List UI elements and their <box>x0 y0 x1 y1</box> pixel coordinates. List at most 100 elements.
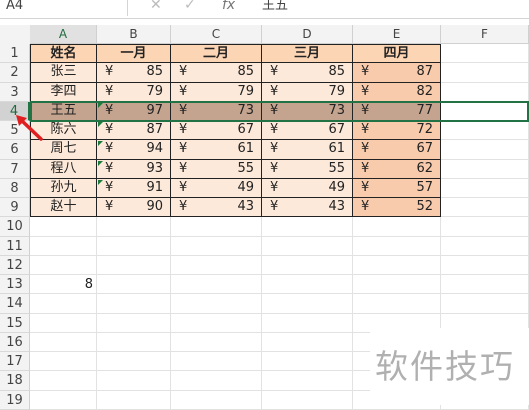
row-header-1[interactable]: 1 <box>0 44 30 64</box>
name-cell[interactable]: 周七 <box>30 140 97 160</box>
name-cell[interactable]: 程八 <box>30 159 97 179</box>
confirm-icon[interactable]: ✓ <box>184 0 196 13</box>
column-header-f[interactable]: F <box>441 25 529 44</box>
value-cell[interactable]: ¥85 <box>97 63 171 83</box>
value-cell[interactable]: ¥57 <box>353 178 441 198</box>
value-cell[interactable]: ¥55 <box>171 159 262 179</box>
value-cell[interactable]: ¥67 <box>262 121 353 141</box>
name-cell[interactable]: 张三 <box>30 63 97 83</box>
cell[interactable] <box>441 198 529 218</box>
table-header-cell[interactable]: 二月 <box>171 44 262 64</box>
cell[interactable] <box>441 178 529 198</box>
cell[interactable] <box>262 217 353 237</box>
cell[interactable] <box>97 236 171 256</box>
cell[interactable] <box>97 352 171 372</box>
row-header-2[interactable]: 2 <box>0 63 30 83</box>
row-header-13[interactable]: 13 <box>0 275 30 295</box>
row-header-15[interactable]: 15 <box>0 313 30 333</box>
cell[interactable] <box>30 371 97 391</box>
row-header-11[interactable]: 11 <box>0 236 30 256</box>
cell[interactable] <box>171 255 262 275</box>
row-header-19[interactable]: 19 <box>0 390 30 410</box>
cell[interactable] <box>262 313 353 333</box>
value-cell[interactable]: ¥93 <box>97 159 171 179</box>
cell[interactable] <box>171 217 262 237</box>
cell[interactable] <box>353 275 441 295</box>
cell[interactable] <box>97 217 171 237</box>
cell[interactable] <box>262 371 353 391</box>
cell[interactable] <box>441 82 529 102</box>
value-cell[interactable]: ¥43 <box>262 198 353 218</box>
cell[interactable] <box>97 255 171 275</box>
value-cell[interactable]: ¥79 <box>97 82 171 102</box>
cell[interactable] <box>441 101 529 121</box>
column-header-b[interactable]: B <box>97 25 171 44</box>
cell[interactable] <box>171 371 262 391</box>
cell[interactable] <box>262 352 353 372</box>
cell[interactable] <box>30 352 97 372</box>
cell[interactable] <box>353 236 441 256</box>
value-cell[interactable]: ¥61 <box>262 140 353 160</box>
value-cell[interactable]: ¥43 <box>171 198 262 218</box>
value-cell[interactable]: ¥61 <box>171 140 262 160</box>
value-cell[interactable]: ¥62 <box>353 159 441 179</box>
column-header-c[interactable]: C <box>171 25 262 44</box>
cell[interactable] <box>30 217 97 237</box>
value-cell[interactable]: ¥79 <box>171 82 262 102</box>
cell[interactable] <box>97 294 171 314</box>
select-all-corner[interactable] <box>0 25 31 45</box>
row-header-17[interactable]: 17 <box>0 352 30 372</box>
column-header-e[interactable]: E <box>353 25 441 44</box>
cell[interactable] <box>30 313 97 333</box>
value-cell[interactable]: ¥97 <box>97 101 171 121</box>
value-cell[interactable]: ¥72 <box>353 121 441 141</box>
value-cell[interactable]: ¥55 <box>262 159 353 179</box>
value-cell[interactable]: ¥79 <box>262 82 353 102</box>
row-header-18[interactable]: 18 <box>0 371 30 391</box>
cell[interactable] <box>441 294 529 314</box>
row-header-10[interactable]: 10 <box>0 217 30 237</box>
value-cell[interactable]: ¥52 <box>353 198 441 218</box>
value-cell[interactable]: ¥67 <box>353 140 441 160</box>
value-cell[interactable]: ¥87 <box>97 121 171 141</box>
fx-icon[interactable]: fx <box>222 0 235 13</box>
table-header-cell[interactable]: 四月 <box>353 44 441 64</box>
column-header-a[interactable]: A <box>30 25 97 44</box>
cell[interactable] <box>262 390 353 410</box>
value-cell[interactable]: ¥67 <box>171 121 262 141</box>
cell[interactable] <box>30 255 97 275</box>
value-cell[interactable]: ¥49 <box>262 178 353 198</box>
row-header-8[interactable]: 8 <box>0 178 30 198</box>
cell[interactable] <box>262 275 353 295</box>
cell[interactable] <box>97 275 171 295</box>
row-header-9[interactable]: 9 <box>0 198 30 218</box>
value-cell[interactable]: ¥73 <box>262 101 353 121</box>
cell[interactable] <box>262 294 353 314</box>
cell[interactable] <box>30 390 97 410</box>
cell[interactable] <box>171 332 262 352</box>
value-cell[interactable]: ¥85 <box>262 63 353 83</box>
name-cell[interactable]: 孙九 <box>30 178 97 198</box>
cell[interactable] <box>441 236 529 256</box>
value-cell[interactable]: ¥77 <box>353 101 441 121</box>
row-header-12[interactable]: 12 <box>0 255 30 275</box>
row-header-16[interactable]: 16 <box>0 332 30 352</box>
row-header-3[interactable]: 3 <box>0 82 30 102</box>
value-cell[interactable]: ¥85 <box>171 63 262 83</box>
row-header-6[interactable]: 6 <box>0 140 30 160</box>
cell[interactable] <box>262 255 353 275</box>
cell[interactable] <box>441 217 529 237</box>
cell[interactable] <box>171 313 262 333</box>
cell[interactable] <box>441 275 529 295</box>
cell[interactable] <box>30 332 97 352</box>
cell[interactable] <box>171 390 262 410</box>
cell[interactable] <box>171 352 262 372</box>
formula-input[interactable]: 王五 <box>262 0 288 16</box>
cancel-icon[interactable]: ✕ <box>150 0 162 13</box>
cell[interactable] <box>30 236 97 256</box>
value-cell[interactable]: ¥94 <box>97 140 171 160</box>
cell[interactable] <box>97 371 171 391</box>
row-header-7[interactable]: 7 <box>0 159 30 179</box>
cell[interactable] <box>441 121 529 141</box>
cell[interactable] <box>97 313 171 333</box>
